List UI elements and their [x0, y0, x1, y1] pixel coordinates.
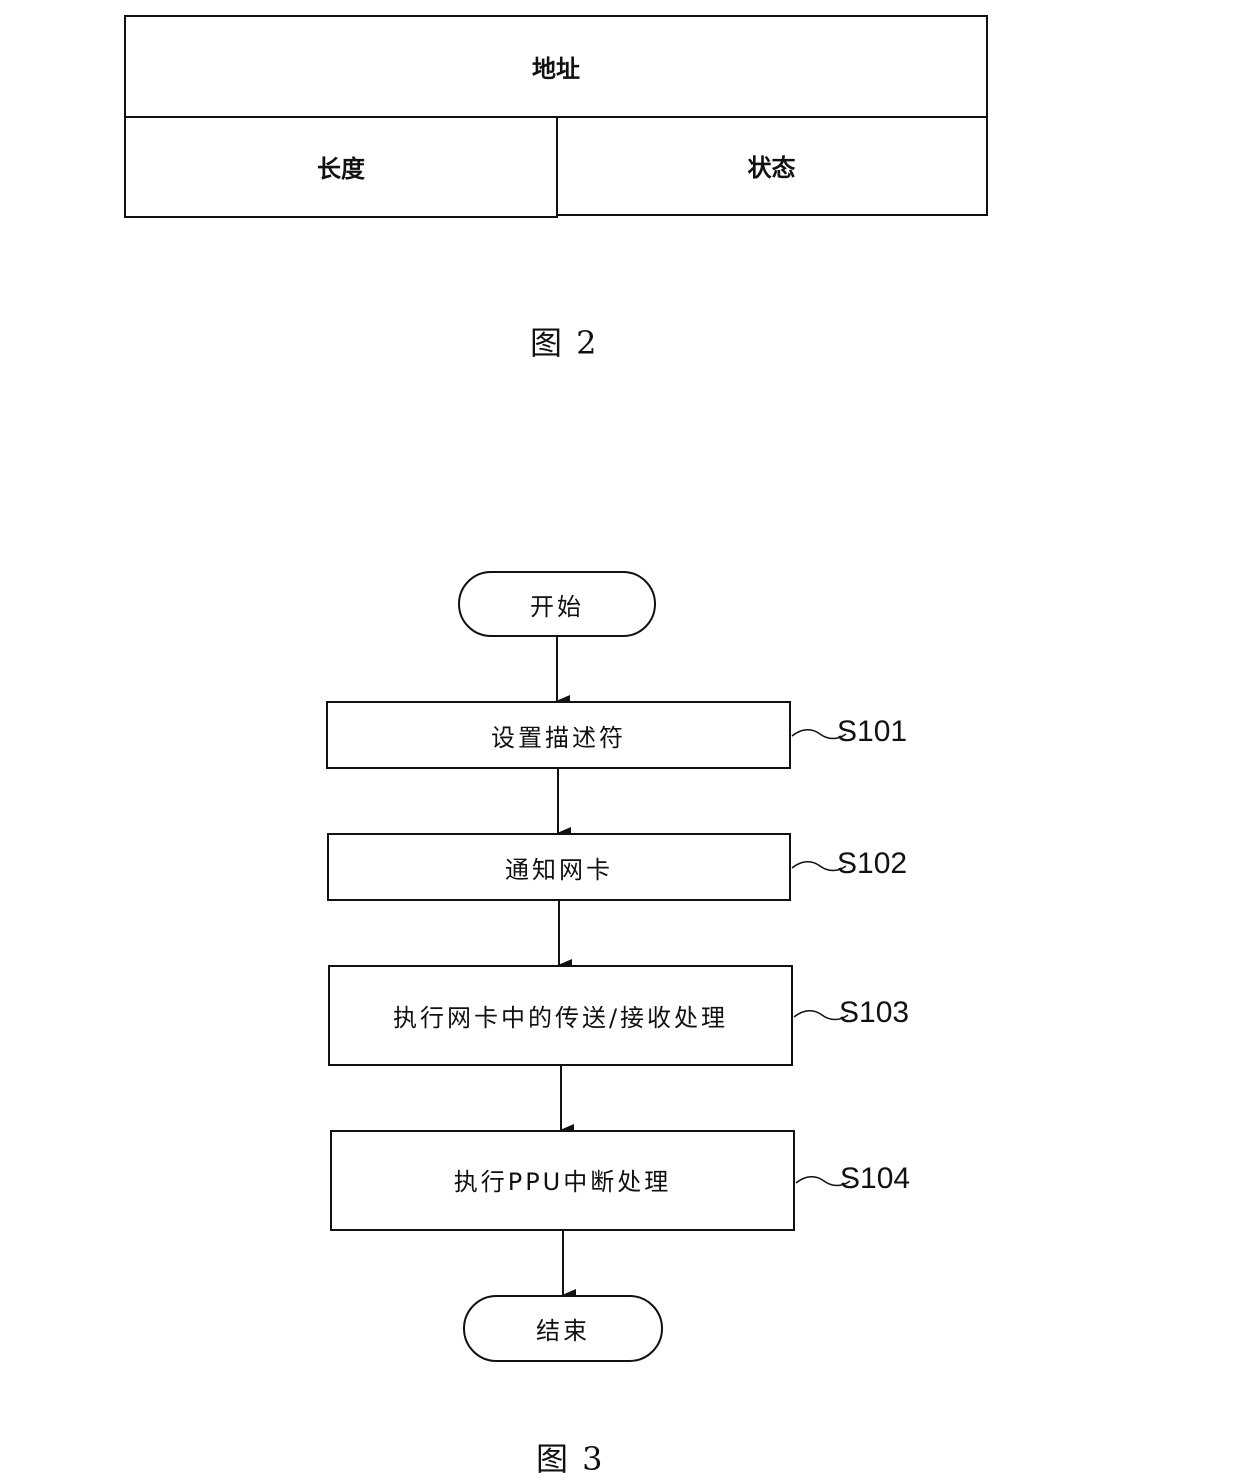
- step-s102-id: S102: [837, 847, 908, 880]
- step-s102-text: 通知网卡: [505, 855, 613, 884]
- step-s101-box: 设置描述符: [326, 701, 791, 769]
- step-s102-box: 通知网卡: [327, 833, 791, 901]
- end-label: 结束: [536, 1317, 590, 1345]
- step-s103-box: 执行网卡中的传送/接收处理: [328, 965, 793, 1066]
- step-s101-id: S101: [837, 715, 908, 748]
- start-terminal: 开始: [458, 571, 656, 637]
- step-s103-id: S103: [839, 996, 910, 1029]
- figure-3-caption: 图 3: [536, 1440, 605, 1478]
- end-terminal: 结束: [463, 1295, 663, 1362]
- start-label: 开始: [530, 592, 584, 621]
- step-s101-text: 设置描述符: [491, 723, 626, 752]
- step-s103-text: 执行网卡中的传送/接收处理: [392, 1004, 729, 1032]
- step-s104-box: 执行PPU中断处理: [330, 1130, 795, 1231]
- step-s104-id: S104: [840, 1162, 911, 1195]
- step-s104-text: 执行PPU中断处理: [453, 1168, 672, 1196]
